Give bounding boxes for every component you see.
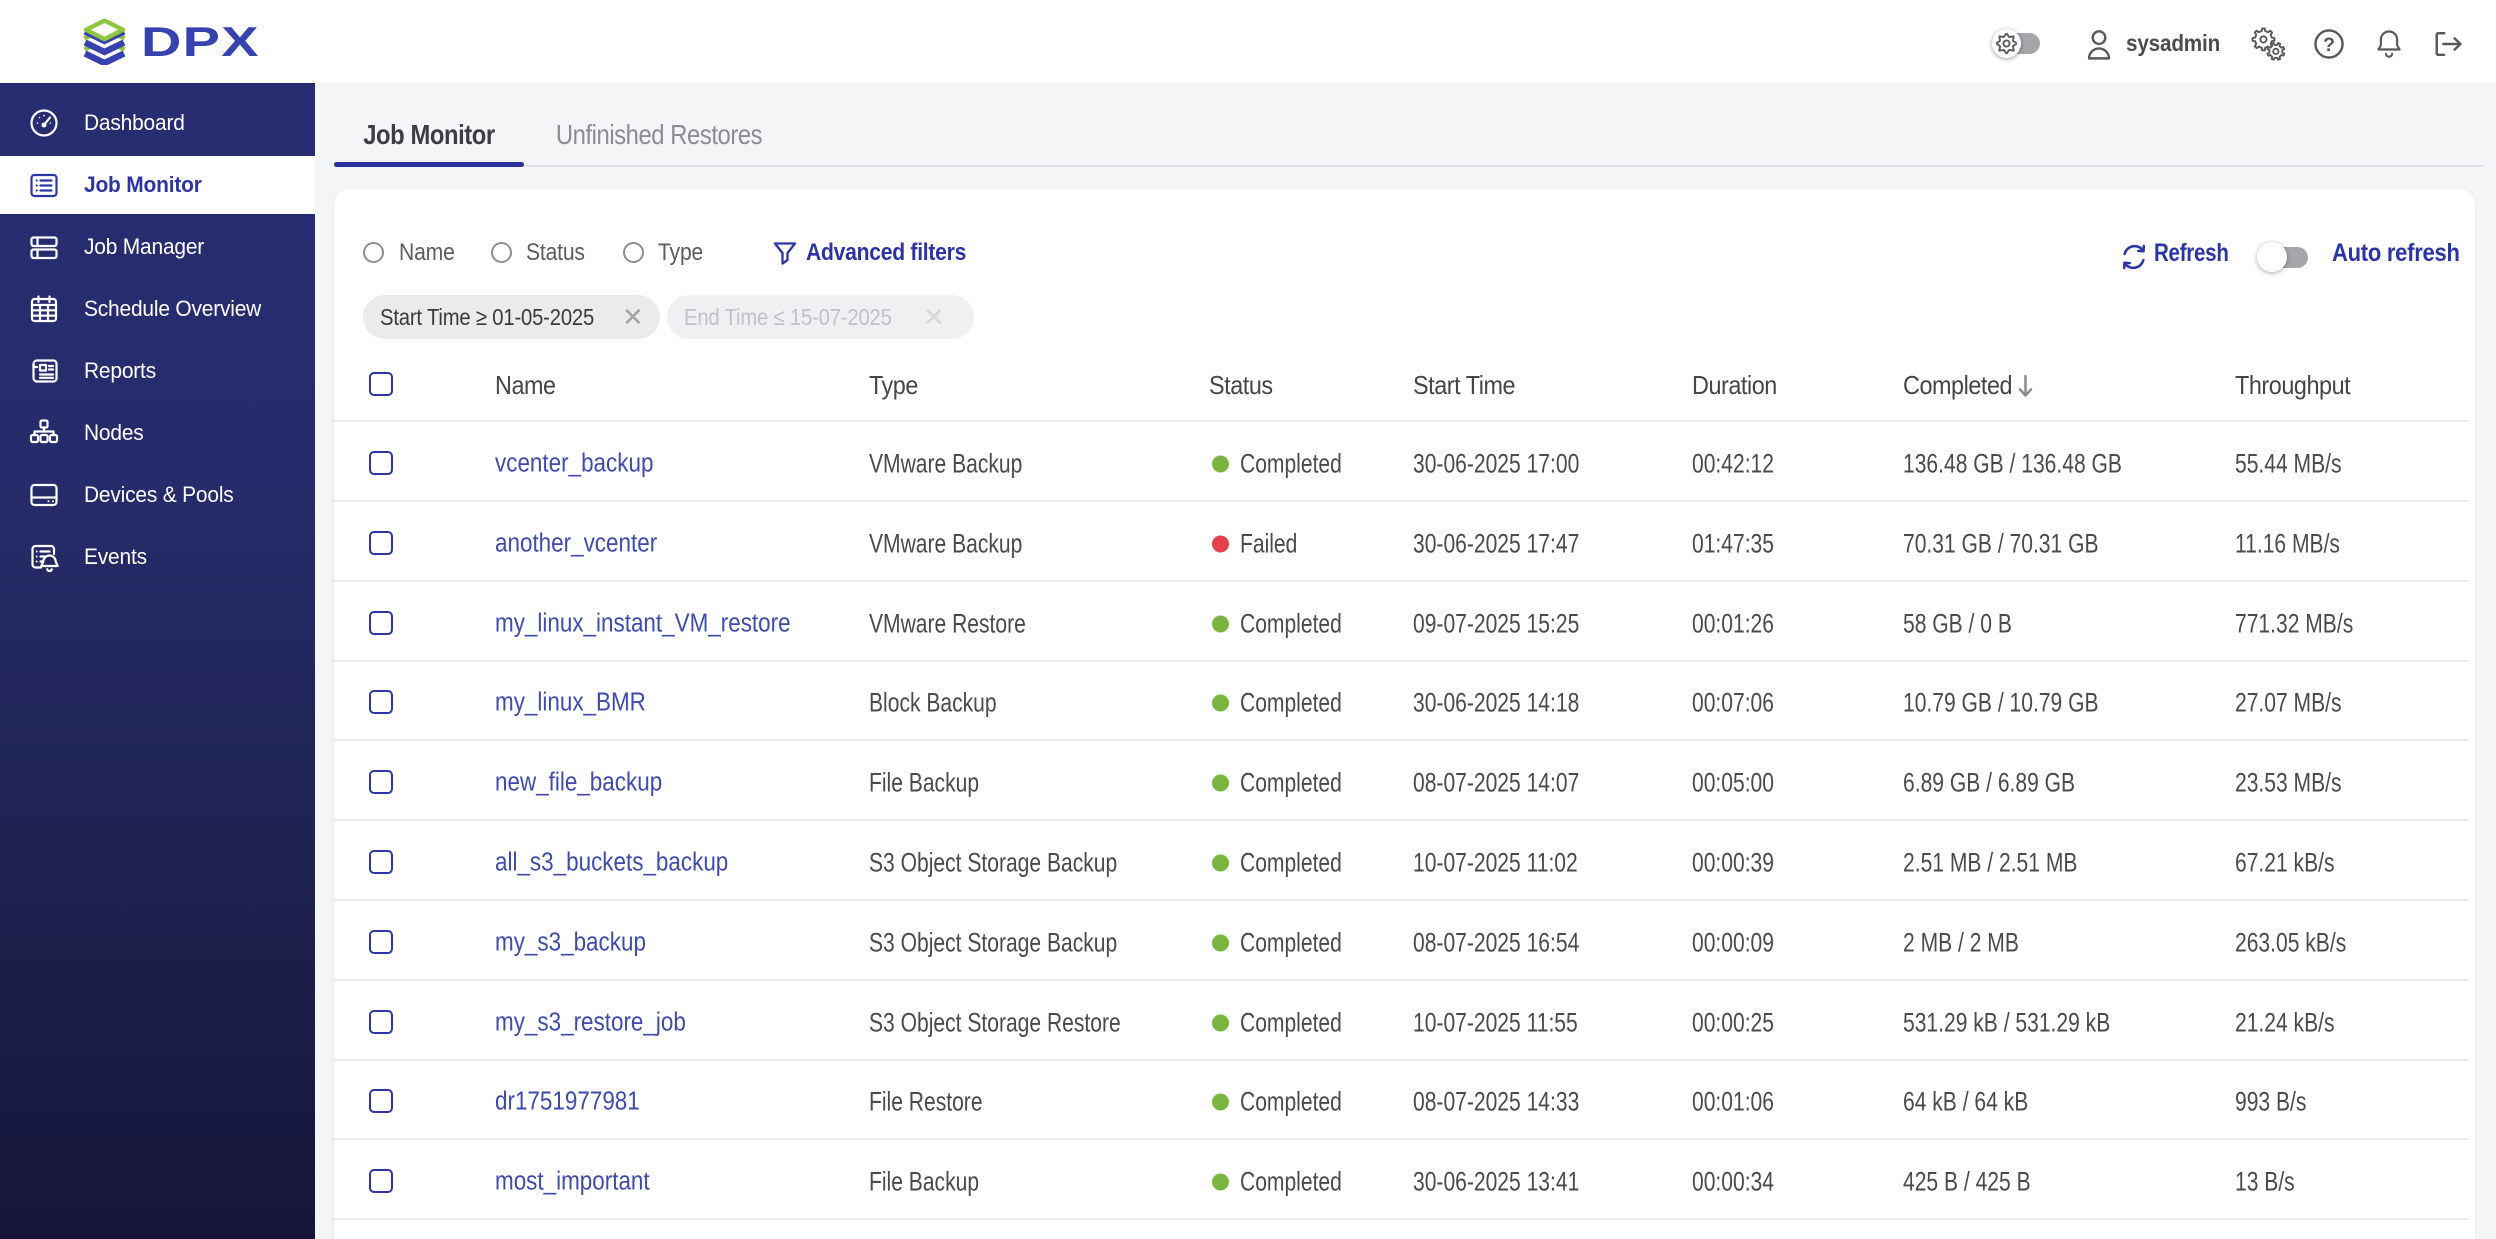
svg-text:?: ? [2323, 34, 2335, 56]
